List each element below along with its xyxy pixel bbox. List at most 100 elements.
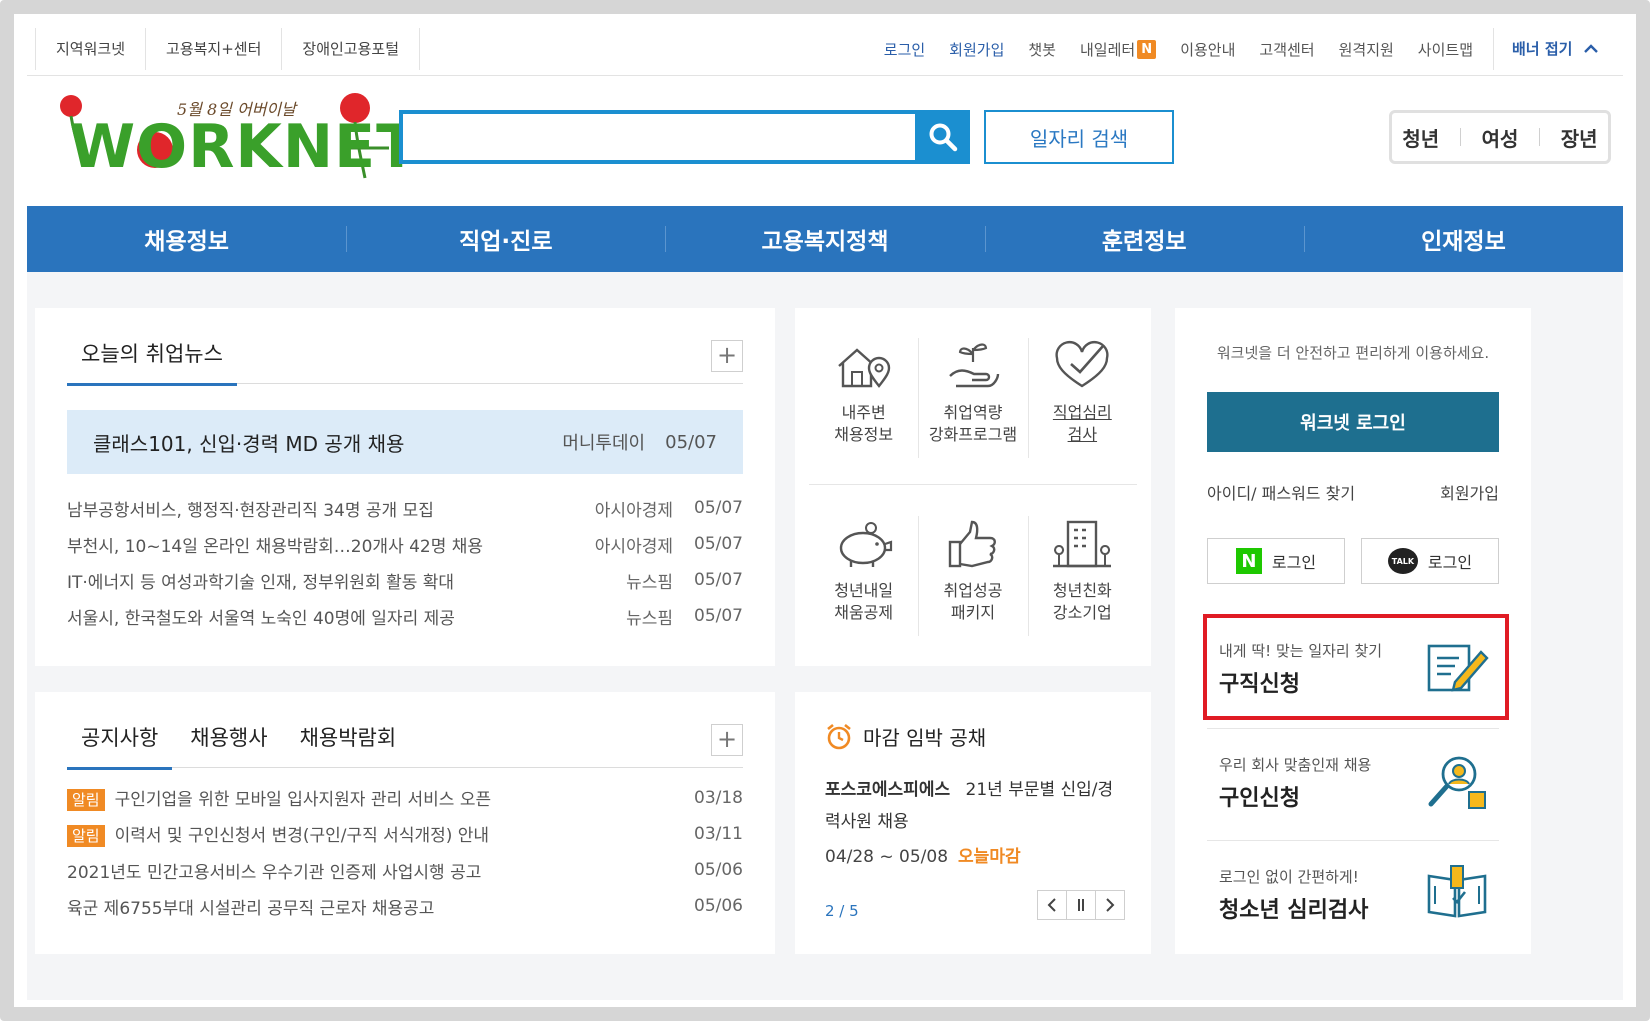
quick-item-youth-savings[interactable]: 청년내일 채움공제 xyxy=(809,494,918,662)
search-icon xyxy=(929,123,958,152)
chatbot-link[interactable]: 챗봇 xyxy=(1028,39,1056,60)
nav-talent[interactable]: 인재정보 xyxy=(1303,206,1623,272)
tab-today-news[interactable]: 오늘의 취업뉴스 xyxy=(67,334,237,386)
deadline-title: 마감 임박 공채 xyxy=(825,722,986,751)
pause-button[interactable] xyxy=(1066,890,1096,920)
notice-date: 03/11 xyxy=(694,824,743,844)
banner-fold-button[interactable]: 배너 접기 xyxy=(1493,28,1623,70)
site-link-disabled-portal[interactable]: 장애인고용포털 xyxy=(281,28,420,70)
join-link[interactable]: 회원가입 xyxy=(949,39,1004,60)
headline-date: 05/07 xyxy=(665,431,717,453)
login-intro: 워크넷을 더 안전하고 편리하게 이용하세요. xyxy=(1216,344,1490,362)
guide-link[interactable]: 이용안내 xyxy=(1180,39,1235,60)
guide-link-label: 이용안내 xyxy=(1180,40,1236,59)
nav-career[interactable]: 직업·진로 xyxy=(346,206,665,272)
list-item[interactable]: 부천시, 10~14일 온라인 채용박람회…20개사 42명 채용 아시아경제 05… xyxy=(67,526,743,562)
family-sites: 지역워크넷 고용복지+센터 장애인고용포털 xyxy=(35,28,420,70)
quick-item-nearby-jobs[interactable]: 내주변 채용정보 xyxy=(809,316,918,484)
header: 5월 8일 어버이날 WORKNET 일자리 검색 청년 여성 장년 xyxy=(27,76,1623,206)
quick-label: 취업성공 패키지 xyxy=(943,581,1003,622)
book-check-icon xyxy=(1427,865,1487,918)
age-tab-senior[interactable]: 장년 xyxy=(1561,123,1598,152)
find-id-password-link[interactable]: 아이디/ 패스워드 찾기 xyxy=(1207,480,1355,504)
nav-welfare-policy[interactable]: 고용복지정책 xyxy=(665,206,984,272)
news-title: 부천시, 10~14일 온라인 채용박람회…20개사 42명 채용 xyxy=(67,536,484,557)
notice-title: 이력서 및 구인신청서 변경(구인/구직 서식개정) 안내 xyxy=(114,826,490,846)
remote-support-label: 원격지원 xyxy=(1338,40,1394,59)
search-button[interactable] xyxy=(916,110,970,164)
customer-center-link[interactable]: 고객센터 xyxy=(1259,39,1314,60)
kakao-login-button[interactable]: TALK 로그인 xyxy=(1361,538,1499,584)
worknet-logo[interactable]: 5월 8일 어버이날 WORKNET xyxy=(45,88,417,193)
next-button[interactable] xyxy=(1095,890,1125,920)
headline-source: 머니투데이 xyxy=(562,433,646,454)
nav-training[interactable]: 훈련정보 xyxy=(984,206,1304,272)
login-panel: 워크넷을 더 안전하고 편리하게 이용하세요. 워크넷 로그인 아이디/ 패스워… xyxy=(1175,308,1531,954)
list-item[interactable]: 2021년도 민간고용서비스 우수기관 인증제 사업시행 공고 05/06 xyxy=(67,852,743,888)
join-link-label: 회원가입 xyxy=(949,40,1005,59)
quick-item-job-program[interactable]: 취업역량 강화프로그램 xyxy=(918,316,1027,484)
quick-item-small-giants[interactable]: 청년친화 강소기업 xyxy=(1027,494,1137,662)
tab-job-fair[interactable]: 채용박람회 xyxy=(286,718,411,768)
house-pin-icon xyxy=(837,348,890,388)
more-notice-button[interactable]: + xyxy=(711,724,743,756)
notice-date: 03/18 xyxy=(694,788,743,808)
sitemap-link[interactable]: 사이트맵 xyxy=(1418,39,1473,60)
today-deadline-label: 오늘마감 xyxy=(958,847,1021,867)
quick-item-psych-test[interactable]: 직업심리 검사 xyxy=(1027,316,1137,484)
join-link-panel[interactable]: 회원가입 xyxy=(1440,480,1499,504)
deadline-panel: 마감 임박 공채 포스코에스피에스 21년 부문별 신입/경력사원 채용 04/… xyxy=(795,692,1151,954)
quick-label: 취업역량 강화프로그램 xyxy=(928,403,1018,444)
service-subtitle: 로그인 없이 간편하게! xyxy=(1219,868,1359,886)
site-link-regional[interactable]: 지역워크넷 xyxy=(35,28,145,70)
age-tab-youth[interactable]: 청년 xyxy=(1402,123,1439,152)
slider-controls xyxy=(1037,890,1125,920)
deadline-period: 04/28 ~ 05/08 xyxy=(825,847,949,867)
notice-date: 05/06 xyxy=(694,896,743,916)
quick-label: 청년내일 채움공제 xyxy=(834,581,894,622)
age-tabs: 청년 여성 장년 xyxy=(1389,110,1611,164)
worknet-login-button[interactable]: 워크넷 로그인 xyxy=(1207,392,1499,452)
login-link[interactable]: 로그인 xyxy=(884,39,925,60)
site-link-welfare-center[interactable]: 고용복지+센터 xyxy=(145,28,281,70)
list-item[interactable]: IT·에너지 등 여성과학기술 인재, 정부위원회 활동 확대 뉴스핌 05/07 xyxy=(67,562,743,598)
quick-row: 내주변 채용정보 취업역량 강화프로그램 직업심리 검사 xyxy=(809,316,1137,484)
job-search-button[interactable]: 일자리 검색 xyxy=(984,110,1174,164)
list-item[interactable]: 남부공항서비스, 행정직·현장관리직 34명 공개 모집 아시아경제 05/07 xyxy=(67,490,743,526)
remote-support-link[interactable]: 원격지원 xyxy=(1339,39,1394,60)
service-title: 구인신청 xyxy=(1219,786,1300,811)
prev-button[interactable] xyxy=(1037,890,1067,920)
utility-links: 로그인 회원가입 챗봇 내일레터 N 이용안내 고객센터 원격지원 사이트맵 xyxy=(860,28,1473,70)
headline-title: 클래스101, 신입·경력 MD 공개 채용 xyxy=(93,431,405,456)
list-item[interactable]: 육군 제6755부대 시설관리 공무직 근로자 채용공고 05/06 xyxy=(67,888,743,924)
headline-news[interactable]: 클래스101, 신입·경력 MD 공개 채용 머니투데이 05/07 xyxy=(67,410,743,474)
notice-badge: 알림 xyxy=(67,825,105,847)
tab-job-event[interactable]: 채용행사 xyxy=(176,718,281,768)
tomorrow-letter-label: 내일레터 xyxy=(1079,40,1136,59)
service-job-offer[interactable]: 우리 회사 맞춤인재 채용 구인신청 xyxy=(1207,728,1499,832)
more-news-button[interactable]: + xyxy=(711,340,743,372)
news-title: IT·에너지 등 여성과학기술 인재, 정부위원회 활동 확대 xyxy=(67,572,455,593)
list-item[interactable]: 알림 구인기업을 위한 모바일 입사지원자 관리 서비스 오픈 03/18 xyxy=(67,780,743,816)
tomorrow-letter-link[interactable]: 내일레터 N xyxy=(1079,39,1157,60)
search-input[interactable] xyxy=(403,114,915,160)
logo-text: WORKNET xyxy=(69,112,419,182)
nav-recruit[interactable]: 채용정보 xyxy=(27,206,346,272)
age-tab-women[interactable]: 여성 xyxy=(1482,123,1519,152)
chatbot-link-label: 챗봇 xyxy=(1028,40,1056,59)
tab-notice[interactable]: 공지사항 xyxy=(67,718,173,770)
service-title: 청소년 심리검사 xyxy=(1219,898,1369,923)
news-title: 남부공항서비스, 행정직·현장관리직 34명 공개 모집 xyxy=(67,500,434,521)
list-item[interactable]: 알림 이력서 및 구인신청서 변경(구인/구직 서식개정) 안내 03/11 xyxy=(67,816,743,852)
service-youth-psych[interactable]: 로그인 없이 간편하게! 청소년 심리검사 xyxy=(1207,840,1499,944)
list-item[interactable]: 서울시, 한국철도와 서울역 노숙인 40명에 일자리 제공 뉴스핌 05/07 xyxy=(67,598,743,634)
naver-login-button[interactable]: N 로그인 xyxy=(1207,538,1345,584)
deadline-posting[interactable]: 포스코에스피에스 21년 부문별 신입/경력사원 채용 xyxy=(825,774,1121,838)
thumbs-up-icon xyxy=(948,520,996,568)
building-icon xyxy=(1053,520,1112,568)
kakao-talk-icon: TALK xyxy=(1387,548,1418,574)
customer-center-label: 고객센터 xyxy=(1259,40,1315,59)
alarm-clock-icon xyxy=(827,723,851,749)
notice-title: 육군 제6755부대 시설관리 공무직 근로자 채용공고 xyxy=(67,898,435,919)
quick-item-success-package[interactable]: 취업성공 패키지 xyxy=(918,494,1027,662)
